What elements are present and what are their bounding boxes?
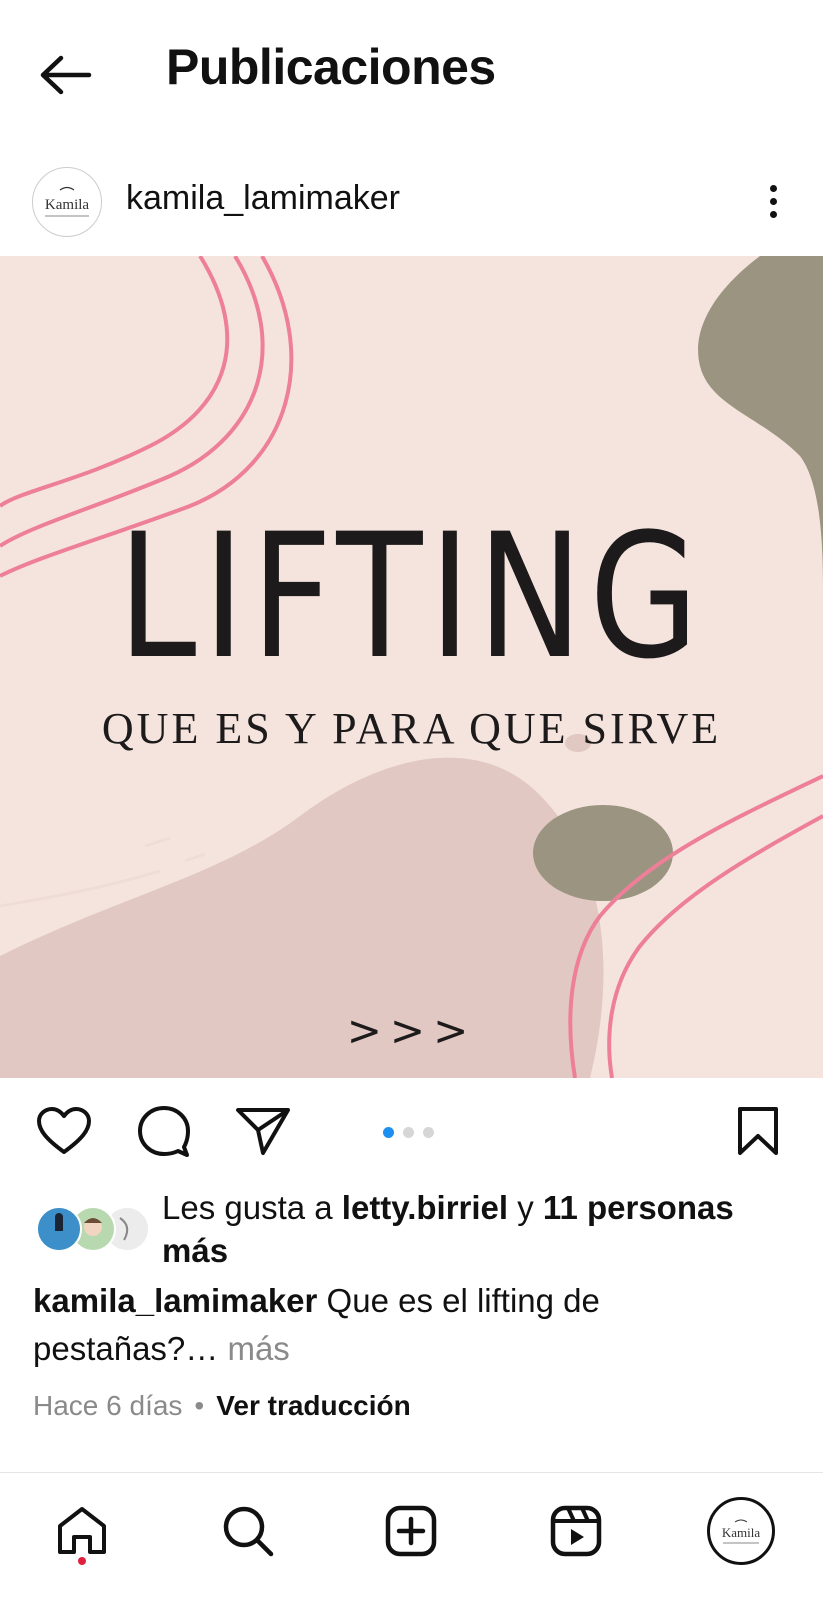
heart-icon: [37, 1107, 91, 1154]
dot-icon: [769, 210, 777, 218]
arrow-left-icon: [40, 55, 92, 95]
svg-text:Kamila: Kamila: [45, 197, 89, 213]
post-author-avatar[interactable]: Kamila: [32, 167, 102, 237]
see-translation-link[interactable]: Ver traducción: [216, 1390, 411, 1421]
kamila-logo: Kamila: [722, 1519, 760, 1544]
swipe-arrows: >>>: [346, 1006, 477, 1055]
post-author-username[interactable]: kamila_lamimaker: [126, 179, 400, 218]
notification-dot: [78, 1557, 86, 1565]
carousel-dot: [423, 1127, 434, 1138]
post-image-subtitle: QUE ES Y PARA QUE SIRVE: [101, 704, 722, 753]
kamila-logo: Kamila: [45, 186, 89, 217]
likes-summary[interactable]: Les gusta a letty.birriel y 11 personas …: [0, 1182, 823, 1269]
liker-avatar: [36, 1206, 82, 1252]
reels-icon: [550, 1505, 602, 1557]
home-icon: [58, 1507, 106, 1554]
carousel-dot: [403, 1127, 414, 1138]
pink-line-1: [0, 256, 230, 508]
more-options-button[interactable]: [748, 173, 798, 229]
post-image-title: LIFTING: [117, 496, 706, 697]
save-button[interactable]: [728, 1101, 788, 1161]
dot-icon: [769, 197, 777, 205]
caption-username[interactable]: kamila_lamimaker: [33, 1282, 317, 1319]
post-caption: kamila_lamimaker Que es el lifting de pe…: [33, 1277, 793, 1373]
meta-separator: •: [194, 1390, 205, 1421]
page-title: Publicaciones: [166, 39, 496, 95]
nav-search[interactable]: [210, 1493, 286, 1569]
comment-icon: [138, 1106, 190, 1157]
likes-text: Les gusta a letty.birriel y 11 personas …: [162, 1189, 734, 1269]
nav-profile[interactable]: Kamila: [703, 1493, 779, 1569]
bookmark-icon: [738, 1107, 778, 1155]
profile-avatar: Kamila: [707, 1497, 775, 1565]
nav-reels[interactable]: [538, 1493, 614, 1569]
plus-square-icon: [385, 1505, 437, 1557]
send-icon: [236, 1108, 290, 1155]
liker-username[interactable]: letty.birriel: [342, 1189, 508, 1226]
dot-icon: [769, 184, 777, 192]
nav-create[interactable]: [373, 1493, 449, 1569]
post-actions-bar: [0, 1085, 823, 1175]
olive-small-blob-shape: [533, 805, 673, 901]
top-app-bar: Publicaciones: [0, 0, 823, 150]
faint-line-3: [184, 852, 206, 863]
search-icon: [223, 1506, 274, 1557]
faint-line-2: [144, 836, 171, 848]
post-meta: Hace 6 días • Ver traducción: [33, 1390, 411, 1422]
post-header: Kamila kamila_lamimaker: [0, 155, 823, 245]
bottom-navigation: Kamila: [0, 1473, 823, 1600]
back-button[interactable]: [30, 45, 100, 105]
carousel-indicator: [383, 1127, 434, 1138]
share-button[interactable]: [233, 1101, 293, 1161]
comment-button[interactable]: [134, 1101, 194, 1161]
post-image[interactable]: LIFTING QUE ES Y PARA QUE SIRVE >>>: [0, 256, 823, 1078]
post-timestamp: Hace 6 días: [33, 1390, 183, 1421]
like-button[interactable]: [34, 1101, 94, 1161]
caption-more-link[interactable]: más: [218, 1330, 289, 1367]
carousel-dot-active: [383, 1127, 394, 1138]
liker-avatars: [36, 1206, 150, 1252]
svg-text:Kamila: Kamila: [722, 1525, 760, 1540]
